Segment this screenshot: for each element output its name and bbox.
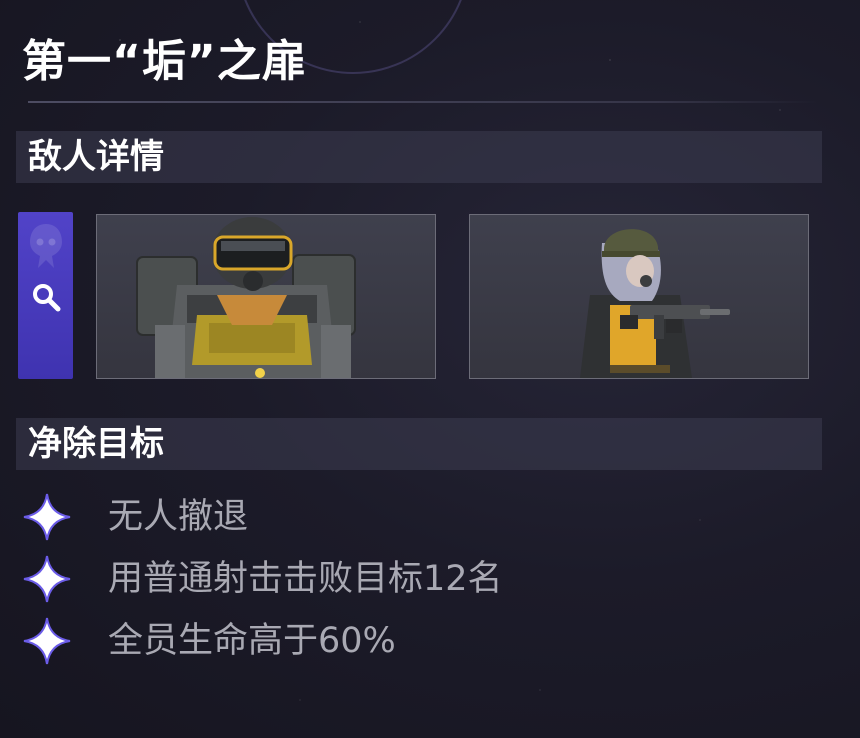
enemy-search-button[interactable] [18,212,73,379]
title-divider [28,101,818,103]
helmeted-gunner-portrait [580,229,730,378]
objective-text: 全员生命高于60% [108,621,396,661]
search-icon [33,284,61,312]
objectives-label: 净除目标 [28,424,164,464]
enemy-details-header: 敌人详情 [16,131,822,183]
stage-title: 第一“垢”之扉 [22,36,307,87]
objective-text: 无人撤退 [108,497,249,537]
objective-text: 用普通射击击败目标12名 [108,559,503,599]
objectives-header: 净除目标 [16,418,822,470]
objective-item: 用普通射击击败目标12名 [22,552,722,608]
heavy-armored-soldier-portrait [136,217,356,378]
ghost-emblem-icon [30,224,62,268]
four-point-star-icon [23,617,71,665]
objective-item: 全员生命高于60% [22,614,722,670]
four-point-star-icon [23,555,71,603]
enemy-list [18,212,818,380]
enemy-details-label: 敌人详情 [28,137,164,177]
objective-item: 无人撤退 [22,490,722,546]
four-point-star-icon [23,493,71,541]
enemy-card-heavy-soldier[interactable] [96,214,436,379]
enemy-card-helmeted-gunner[interactable] [469,214,809,379]
